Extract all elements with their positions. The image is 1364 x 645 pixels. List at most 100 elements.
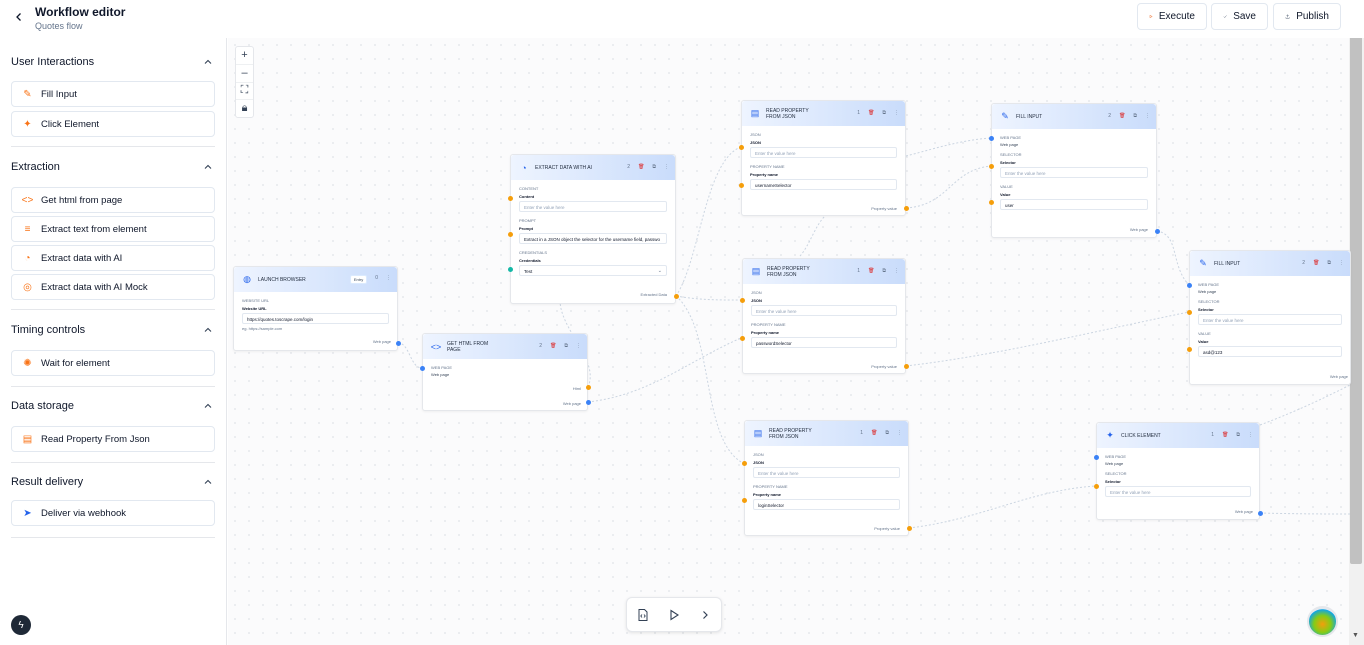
input-handle[interactable] [739, 145, 744, 150]
play-icon[interactable] [664, 605, 684, 625]
more-icon[interactable]: ⋮ [1248, 432, 1253, 438]
trash-icon[interactable]: 🗑︎ [1313, 260, 1319, 266]
input-handle[interactable] [1187, 283, 1192, 288]
credentials-select[interactable]: Test ⌄ [519, 265, 667, 276]
node-click-element[interactable]: ✦ CLICK ELEMENT 1 🗑︎ ⧉ ⋮ WEB PAGE Web pa… [1096, 422, 1260, 520]
chevron-up-icon[interactable] [203, 477, 213, 487]
copy-icon[interactable]: ⧉ [882, 110, 886, 116]
zoom-out-icon[interactable]: – [236, 65, 253, 83]
more-icon[interactable]: ⋮ [894, 110, 899, 116]
output-handle[interactable] [1258, 511, 1263, 516]
trash-icon[interactable]: 🗑︎ [1119, 113, 1125, 119]
output-handle[interactable] [1155, 229, 1160, 234]
more-icon[interactable]: ⋮ [1339, 260, 1344, 266]
property-name-input[interactable]: passwordSelector [751, 337, 897, 348]
copy-icon[interactable]: ⧉ [1133, 113, 1137, 119]
output-handle[interactable] [586, 400, 591, 405]
execute-button[interactable]: Execute [1137, 3, 1207, 30]
more-icon[interactable]: ⋮ [894, 268, 899, 274]
input-handle[interactable] [740, 336, 745, 341]
input-handle[interactable] [742, 461, 747, 466]
zoom-in-icon[interactable]: + [236, 47, 253, 65]
palette-item-click-element[interactable]: ✦ Click Element [11, 111, 215, 137]
input-handle[interactable] [508, 196, 513, 201]
prompt-input[interactable]: Extract in a JSON object the selector fo… [519, 233, 667, 244]
property-name-input[interactable]: loginSelector [753, 499, 900, 510]
node-get-html[interactable]: <> GET HTML FROM PAGE 2 🗑︎ ⧉ ⋮ WEB PAGE … [422, 333, 588, 411]
bolt-icon[interactable]: ϟ [11, 615, 31, 635]
value-input[interactable]: asd@123 [1198, 346, 1342, 357]
input-handle[interactable] [742, 498, 747, 503]
input-handle[interactable] [420, 366, 425, 371]
json-input[interactable]: Enter the value here [753, 467, 900, 478]
trash-icon[interactable]: 🗑︎ [868, 110, 874, 116]
output-handle[interactable] [674, 294, 679, 299]
publish-button[interactable]: Publish [1273, 3, 1341, 30]
more-icon[interactable]: ⋮ [664, 164, 669, 170]
node-read-property-3[interactable]: ▤ READ PROPERTY FROM JSON 1 🗑︎ ⧉ ⋮ JSON … [744, 420, 909, 536]
scroll-down-icon[interactable]: ▼ [1352, 632, 1359, 639]
json-input[interactable]: Enter the value here [750, 147, 897, 158]
copy-icon[interactable]: ⧉ [564, 343, 568, 349]
output-handle[interactable] [904, 364, 909, 369]
trash-icon[interactable]: 🗑︎ [638, 164, 644, 170]
palette-item-deliver-webhook[interactable]: ➤ Deliver via webhook [11, 500, 215, 526]
palette-item-extract-ai[interactable]: ◔ Extract data with AI [11, 245, 215, 271]
palette-item-wait-for-element[interactable]: ✺ Wait for element [11, 350, 215, 376]
selector-input[interactable]: Enter the value here [1198, 314, 1342, 325]
copy-icon[interactable]: ⧉ [1327, 260, 1331, 266]
chevron-up-icon[interactable] [203, 401, 213, 411]
chevron-right-icon[interactable] [695, 605, 715, 625]
node-read-property-2[interactable]: ▤ READ PROPERTY FROM JSON 1 🗑︎ ⧉ ⋮ JSON … [742, 258, 906, 374]
output-handle[interactable] [586, 385, 591, 390]
code-file-icon[interactable] [633, 605, 653, 625]
palette-item-fill-input[interactable]: ✎ Fill Input [11, 81, 215, 107]
website-url-input[interactable]: https://quotes.toscrape.com/login [242, 313, 389, 324]
copy-icon[interactable]: ⧉ [882, 268, 886, 274]
input-handle[interactable] [740, 298, 745, 303]
back-arrow-icon[interactable] [10, 8, 28, 26]
trash-icon[interactable]: 🗑︎ [868, 268, 874, 274]
output-handle[interactable] [907, 526, 912, 531]
node-launch-browser[interactable]: ◍ LAUNCH BROWSER Entry 0 ⋮ WEBSITE URL W… [233, 266, 398, 351]
palette-item-extract-ai-mock[interactable]: ◎ Extract data with AI Mock [11, 274, 215, 300]
palette-item-read-property[interactable]: ▤ Read Property From Json [11, 426, 215, 452]
input-handle[interactable] [1187, 347, 1192, 352]
palette-item-extract-text[interactable]: ≡ Extract text from element [11, 216, 215, 242]
input-handle[interactable] [1187, 310, 1192, 315]
trash-icon[interactable]: 🗑︎ [871, 430, 877, 436]
input-handle[interactable] [989, 136, 994, 141]
input-handle[interactable] [739, 183, 744, 188]
input-handle[interactable] [508, 232, 513, 237]
avatar[interactable] [1307, 606, 1338, 637]
output-handle[interactable] [904, 206, 909, 211]
input-handle[interactable] [1094, 484, 1099, 489]
trash-icon[interactable]: 🗑︎ [550, 343, 556, 349]
trash-icon[interactable]: 🗑︎ [1222, 432, 1228, 438]
chevron-up-icon[interactable] [203, 57, 213, 67]
node-fill-input-1[interactable]: ✎ FILL INPUT 2 🗑︎ ⧉ ⋮ WEB PAGE Web page … [991, 103, 1157, 238]
value-input[interactable]: user [1000, 199, 1148, 210]
more-icon[interactable]: ⋮ [897, 430, 902, 436]
copy-icon[interactable]: ⧉ [652, 164, 656, 170]
copy-icon[interactable]: ⧉ [1236, 432, 1240, 438]
node-extract-ai[interactable]: ◔ EXTRACT DATA WITH AI 2 🗑︎ ⧉ ⋮ CONTENT … [510, 154, 676, 304]
save-button[interactable]: Save [1211, 3, 1268, 30]
scrollbar-thumb[interactable] [1350, 12, 1362, 564]
more-icon[interactable]: ⋮ [386, 275, 391, 284]
selector-input[interactable]: Enter the value here [1000, 167, 1148, 178]
fit-view-icon[interactable]: ⛶ [236, 83, 253, 101]
node-read-property-1[interactable]: ▤ READ PROPERTY FROM JSON 1 🗑︎ ⧉ ⋮ JSON … [741, 100, 906, 216]
property-name-input[interactable]: usernameSelector [750, 179, 897, 190]
output-handle[interactable] [396, 341, 401, 346]
more-icon[interactable]: ⋮ [576, 343, 581, 349]
node-fill-input-2[interactable]: ✎ FILL INPUT 2 🗑︎ ⧉ ⋮ WEB PAGE Web page … [1189, 250, 1351, 385]
json-input[interactable]: Enter the value here [751, 305, 897, 316]
selector-input[interactable]: Enter the value here [1105, 486, 1251, 497]
chevron-up-icon[interactable] [203, 325, 213, 335]
more-icon[interactable]: ⋮ [1145, 113, 1150, 119]
input-handle[interactable] [989, 200, 994, 205]
palette-item-get-html[interactable]: <> Get html from page [11, 187, 215, 213]
chevron-up-icon[interactable] [203, 162, 213, 172]
copy-icon[interactable]: ⧉ [885, 430, 889, 436]
